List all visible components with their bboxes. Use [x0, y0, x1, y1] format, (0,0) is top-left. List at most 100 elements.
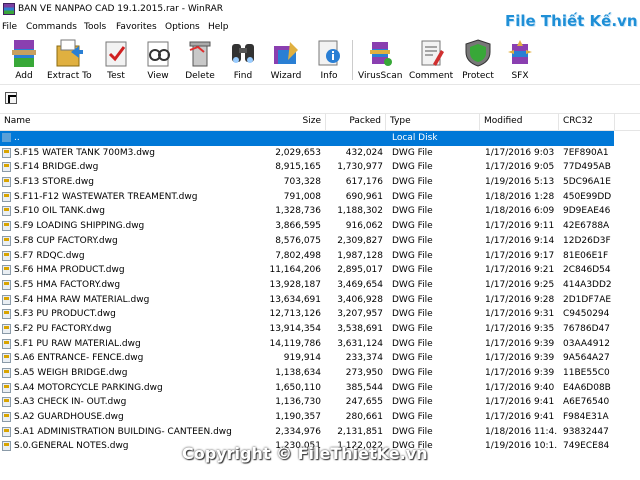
row-size: 8,576,075	[275, 235, 321, 246]
view-icon	[147, 41, 170, 67]
file-row[interactable]: S.F5 HMA FACTORY.dwg 13,928,187 3,469,654 D…	[0, 278, 640, 293]
dwg-file-icon	[2, 426, 11, 437]
menu-file[interactable]: File	[2, 22, 17, 32]
row-name: S.A1 ADMINISTRATION BUILDING- CANTEEN.dw…	[14, 426, 232, 437]
menu-tools[interactable]: Tools	[84, 22, 106, 32]
menu-commands[interactable]: Commands	[26, 22, 77, 32]
extract-to-button[interactable]: Extract To	[47, 38, 92, 84]
file-row[interactable]: S.A3 CHECK IN- OUT.dwg 1,136,730 247,655 DW…	[0, 395, 640, 410]
row-crc32: 76786D47	[563, 323, 611, 334]
column-size[interactable]: Size	[262, 113, 326, 130]
file-row[interactable]: S.A1 ADMINISTRATION BUILDING- CANTEEN.dw…	[0, 425, 640, 440]
folder-up-icon	[2, 133, 11, 142]
toolbar-separator	[352, 40, 353, 80]
row-name: S.F5 HMA FACTORY.dwg	[14, 279, 121, 290]
row-type: DWG File	[392, 279, 433, 290]
row-packed: 273,950	[345, 368, 383, 378]
file-row[interactable]: S.A6 ENTRANCE- FENCE.dwg 919,914 233,374 DW…	[0, 351, 640, 366]
virusscan-label: VirusScan	[358, 71, 403, 81]
up-folder-button[interactable]	[5, 92, 17, 104]
row-crc32: 03AA4912	[563, 338, 610, 349]
protect-button[interactable]: Protect	[456, 38, 500, 84]
column-packed[interactable]: Packed	[326, 113, 386, 130]
file-list: Name Size Packed Type Modified CRC32 .. …	[0, 113, 640, 480]
dwg-file-icon	[2, 368, 11, 378]
row-crc32: 414A3DD2	[563, 279, 612, 290]
row-type: DWG File	[392, 191, 433, 202]
row-name: S.F2 PU FACTORY.dwg	[14, 323, 112, 334]
menu-options[interactable]: Options	[165, 22, 200, 32]
test-icon	[105, 41, 127, 67]
file-row[interactable]: S.A2 GUARDHOUSE.dwg 1,190,357 280,661 DWG F…	[0, 410, 640, 425]
dwg-file-icon	[2, 338, 11, 349]
file-row[interactable]: S.F2 PU FACTORY.dwg 13,914,354 3,538,691 DW…	[0, 322, 640, 337]
column-type[interactable]: Type	[386, 113, 480, 130]
column-modified[interactable]: Modified	[480, 113, 559, 130]
file-row[interactable]: S.F4 HMA RAW MATERIAL.dwg 13,634,691 3,406…	[0, 293, 640, 308]
row-modified: 1/19/2016 10:1...	[485, 441, 557, 452]
info-button[interactable]: Info	[307, 38, 351, 84]
row-size: 13,634,691	[269, 294, 321, 305]
file-row[interactable]: S.F15 WATER TANK 700M3.dwg 2,029,653 432,0…	[0, 146, 640, 161]
file-row[interactable]: S.F13 STORE.dwg 703,328 617,176 DWG File 1/1…	[0, 175, 640, 190]
delete-button[interactable]: Delete	[178, 38, 222, 84]
info-icon	[318, 40, 340, 66]
extract-icon	[56, 39, 83, 67]
file-row[interactable]: S.F8 CUP FACTORY.dwg 8,576,075 2,309,827 DW…	[0, 234, 640, 249]
sfx-button[interactable]: SFX	[498, 38, 542, 84]
row-size: 3,866,595	[275, 221, 321, 232]
file-row[interactable]: S.F11-F12 WASTEWATER TREAMENT.dwg 791,008…	[0, 190, 640, 205]
row-modified: 1/17/2016 9:21 ...	[485, 265, 557, 276]
parent-folder-row[interactable]: .. Local Disk	[0, 131, 614, 146]
menu-bar: File Commands Tools Favorites Options He…	[0, 20, 640, 36]
row-type: DWG File	[392, 235, 433, 246]
column-crc32[interactable]: CRC32	[559, 113, 615, 130]
row-type: DWG File	[392, 250, 433, 261]
virusscan-icon	[370, 42, 392, 66]
add-button[interactable]: Add	[2, 38, 46, 84]
wizard-button[interactable]: Wizard	[264, 38, 308, 84]
row-name: S.F15 WATER TANK 700M3.dwg	[14, 147, 155, 158]
file-row[interactable]: S.F7 RDQC.dwg 7,802,498 1,987,128 DWG File 1…	[0, 249, 640, 264]
find-button[interactable]: Find	[221, 38, 265, 84]
row-crc32: 2C846D54	[563, 265, 611, 276]
dwg-file-icon	[2, 412, 11, 423]
row-crc32: 81E06E1F	[563, 250, 609, 261]
dwg-file-icon	[2, 250, 11, 261]
dwg-file-icon	[2, 206, 11, 217]
file-row[interactable]: S.F14 BRIDGE.dwg 8,915,165 1,730,977 DWG Fi…	[0, 160, 640, 175]
row-type: DWG File	[392, 368, 433, 378]
menu-help[interactable]: Help	[208, 22, 229, 32]
file-row[interactable]: S.F6 HMA PRODUCT.dwg 11,164,206 2,895,017 D…	[0, 263, 640, 278]
delete-label: Delete	[185, 71, 215, 81]
row-packed: 385,544	[345, 382, 383, 393]
file-row[interactable]: S.F10 OIL TANK.dwg 1,328,736 1,188,302 DWG …	[0, 204, 640, 219]
add-label: Add	[15, 71, 33, 81]
file-row[interactable]: S.A5 WEIGH BRIDGE.dwg 1,138,634 273,950 DWG…	[0, 366, 640, 381]
file-row[interactable]: S.F3 PU PRODUCT.dwg 12,713,126 3,207,957 DW…	[0, 307, 640, 322]
row-name: S.F3 PU PRODUCT.dwg	[14, 309, 116, 320]
row-name: S.F8 CUP FACTORY.dwg	[14, 235, 118, 246]
row-modified: 1/17/2016 9:28 ...	[485, 294, 557, 305]
wizard-label: Wizard	[270, 71, 302, 81]
row-packed: 3,207,957	[337, 309, 383, 320]
row-type: DWG File	[392, 177, 433, 188]
file-list-header: Name Size Packed Type Modified CRC32	[0, 113, 640, 131]
virusscan-button[interactable]: VirusScan	[358, 38, 402, 84]
file-row[interactable]: S.F9 LOADING SHIPPING.dwg 3,866,595 916,06…	[0, 219, 640, 234]
test-button[interactable]: Test	[94, 38, 138, 84]
file-row[interactable]: S.F1 PU RAW MATERIAL.dwg 14,119,786 3,631,…	[0, 337, 640, 352]
row-packed: 2,131,851	[337, 426, 383, 437]
file-row[interactable]: S.A4 MOTORCYCLE PARKING.dwg 1,650,110 385,…	[0, 381, 640, 396]
row-crc32: 7EF890A1	[563, 147, 609, 158]
dwg-file-icon	[2, 177, 11, 188]
add-icon	[12, 40, 36, 67]
row-size: 7,802,498	[275, 250, 321, 261]
row-modified: 1/17/2016 9:35 ...	[485, 323, 557, 334]
dwg-file-icon	[2, 309, 11, 320]
row-modified: 1/17/2016 9:11 ...	[485, 221, 557, 232]
comment-button[interactable]: Comment	[409, 38, 453, 84]
view-button[interactable]: View	[136, 38, 180, 84]
menu-favorites[interactable]: Favorites	[116, 22, 157, 32]
row-type: DWG File	[392, 206, 433, 217]
